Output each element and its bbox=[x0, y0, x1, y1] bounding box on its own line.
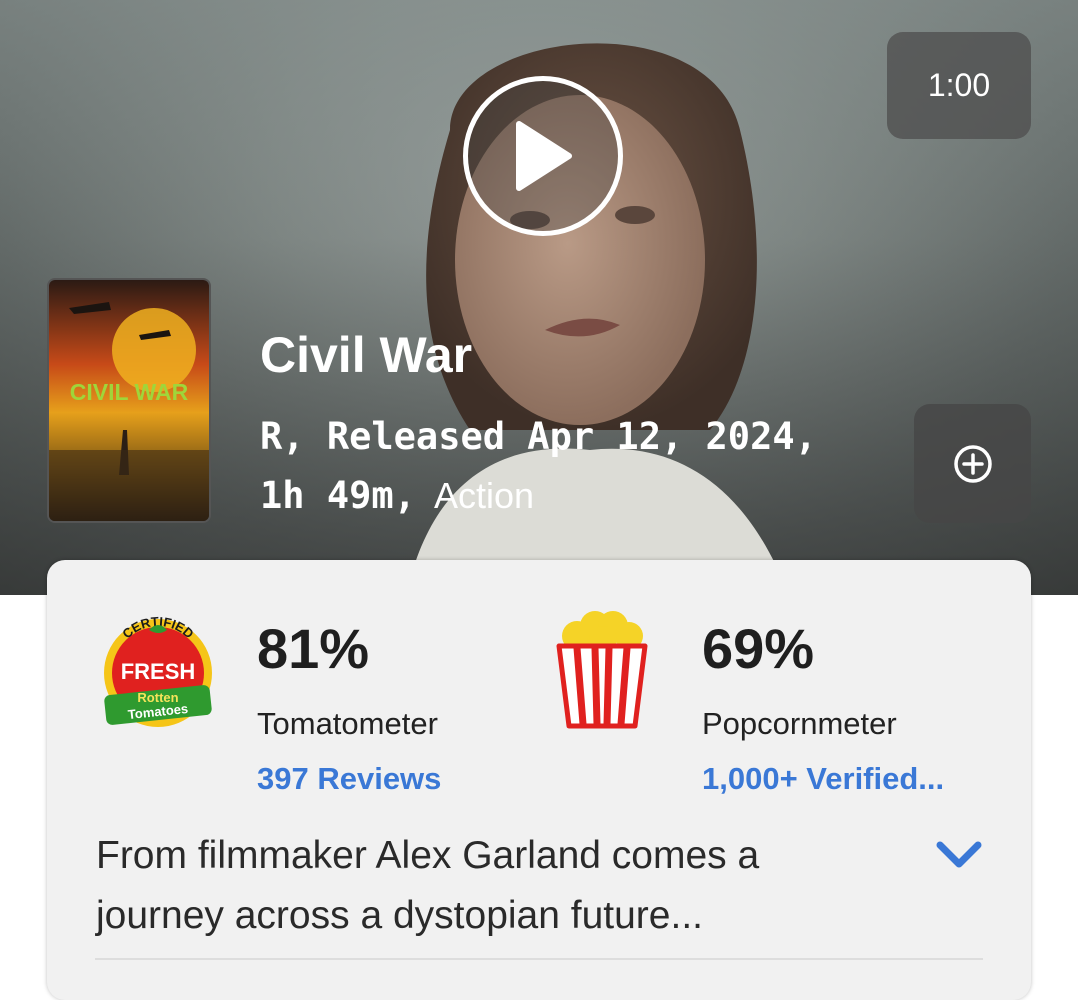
movie-poster[interactable]: CIVIL WAR bbox=[47, 278, 211, 523]
popcornmeter-score: 69% bbox=[702, 617, 815, 680]
verified-ratings-text: 1,000+ Verified... bbox=[702, 761, 945, 796]
video-duration-badge: 1:00 bbox=[887, 32, 1031, 139]
play-icon bbox=[516, 121, 572, 191]
play-button[interactable] bbox=[463, 76, 623, 236]
chevron-down-icon[interactable] bbox=[935, 840, 983, 870]
verified-ratings-link[interactable]: 1,000+ Verified... bbox=[702, 761, 944, 797]
synopsis-text: From filmmaker Alex Garland comes a jour… bbox=[96, 834, 760, 937]
tomatometer-label: Tomatometer bbox=[257, 706, 438, 741]
duration-text: 1:00 bbox=[927, 67, 991, 103]
svg-text:FRESH: FRESH bbox=[121, 659, 196, 684]
rating-release: R, Released Apr 12, 2024, bbox=[260, 415, 817, 458]
genre: Action bbox=[433, 475, 534, 516]
popcornmeter-label: Popcornmeter bbox=[702, 706, 897, 741]
divider bbox=[95, 958, 983, 960]
add-to-watchlist-button[interactable] bbox=[914, 404, 1031, 523]
poster-image: CIVIL WAR bbox=[49, 280, 209, 521]
runtime: 1h 49m, bbox=[260, 474, 416, 517]
score-card: CERTIFIED FRESH Rotten Tomatoes 81% Toma… bbox=[47, 560, 1031, 1000]
movie-title: Civil War bbox=[260, 327, 473, 383]
tomatometer-score: 81% bbox=[257, 617, 370, 680]
plus-circle-icon bbox=[953, 444, 992, 483]
reviews-link[interactable]: 397 Reviews bbox=[257, 761, 441, 797]
hero-trailer[interactable]: 1:00 CIVIL WAR Civil War R, Released Apr… bbox=[0, 0, 1078, 595]
runtime-genre: 1h 49m, Action bbox=[260, 474, 534, 517]
certified-fresh-icon: CERTIFIED FRESH Rotten Tomatoes bbox=[104, 616, 212, 727]
popcorn-bucket-icon bbox=[556, 611, 648, 729]
poster-title: CIVIL WAR bbox=[70, 379, 189, 405]
